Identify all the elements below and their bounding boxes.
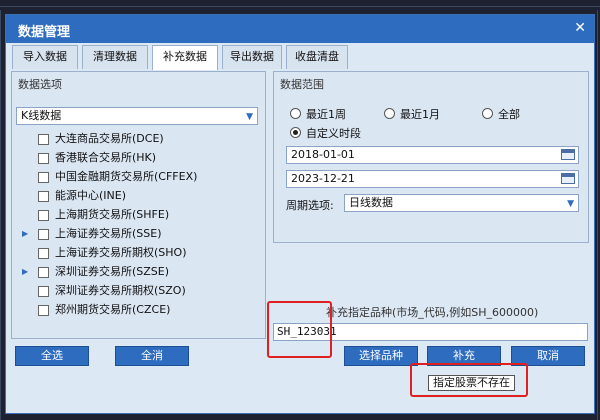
radio-all[interactable] xyxy=(482,108,493,119)
period-label: 周期选项: xyxy=(286,199,334,212)
clear-all-button[interactable]: 全消 xyxy=(115,346,189,366)
checkbox[interactable] xyxy=(38,134,49,145)
checkbox[interactable] xyxy=(38,286,49,297)
calendar-icon[interactable] xyxy=(561,149,575,160)
tab-supplement[interactable]: 补充数据 xyxy=(152,45,218,70)
checkbox[interactable] xyxy=(38,267,49,278)
data-range-title: 数据范围 xyxy=(280,78,324,91)
tab-export[interactable]: 导出数据 xyxy=(222,45,282,69)
checkbox[interactable] xyxy=(38,153,49,164)
exchange-item[interactable]: 上海期货交易所(SHFE) xyxy=(14,206,264,224)
exchange-item[interactable]: 郑州期货交易所(CZCE) xyxy=(14,301,264,319)
checkbox[interactable] xyxy=(38,191,49,202)
radio-label: 自定义时段 xyxy=(306,127,361,140)
data-type-select[interactable]: K线数据 ▼ xyxy=(16,107,258,125)
exchange-label: 上海证券交易所(SSE) xyxy=(55,227,162,240)
data-options-panel: 数据选项 K线数据 ▼ 大连商品交易所(DCE) 香港联合交易所(HK) 中国金… xyxy=(11,71,266,339)
tab-import[interactable]: 导入数据 xyxy=(12,45,78,69)
data-management-dialog: 数据管理 ✕ 导入数据 清理数据 补充数据 导出数据 收盘清盘 数据选项 K线数… xyxy=(5,14,595,414)
exchange-label: 香港联合交易所(HK) xyxy=(55,151,157,164)
radio-last-month[interactable] xyxy=(384,108,395,119)
calendar-icon[interactable] xyxy=(561,173,575,184)
exchange-item[interactable]: 香港联合交易所(HK) xyxy=(14,149,264,167)
radio-last-week[interactable] xyxy=(290,108,301,119)
exchange-label: 深圳证券交易所(SZSE) xyxy=(55,265,170,278)
period-select[interactable]: 日线数据 ▼ xyxy=(344,194,579,212)
checkbox[interactable] xyxy=(38,305,49,316)
checkbox[interactable] xyxy=(38,172,49,183)
period-value: 日线数据 xyxy=(349,196,393,209)
supplement-hint: 补充指定品种(市场_代码,例如SH_600000) xyxy=(326,306,539,319)
end-date-value: 2023-12-21 xyxy=(291,172,355,185)
exchange-list: 大连商品交易所(DCE) 香港联合交易所(HK) 中国金融期货交易所(CFFEX… xyxy=(14,130,264,330)
exchange-label: 能源中心(INE) xyxy=(55,189,127,202)
highlight-box xyxy=(410,363,528,397)
data-range-panel: 数据范围 最近1周 最近1月 全部 自定义时段 2018-01-01 2023-… xyxy=(273,71,589,243)
exchange-label: 大连商品交易所(DCE) xyxy=(55,132,164,145)
dialog-title: 数据管理 xyxy=(18,25,71,40)
tab-clean[interactable]: 清理数据 xyxy=(82,45,148,69)
exchange-item[interactable]: 大连商品交易所(DCE) xyxy=(14,130,264,148)
exchange-item[interactable]: ▶ 深圳证券交易所(SZSE) xyxy=(14,263,264,281)
data-options-title: 数据选项 xyxy=(18,78,62,91)
title-bar: 数据管理 ✕ xyxy=(6,15,594,43)
exchange-item[interactable]: 中国金融期货交易所(CFFEX) xyxy=(14,168,264,186)
chevron-down-icon: ▼ xyxy=(567,199,574,209)
bg-line xyxy=(0,6,600,7)
exchange-label: 中国金融期货交易所(CFFEX) xyxy=(55,170,198,183)
radio-label: 最近1周 xyxy=(306,108,346,121)
select-all-button[interactable]: 全选 xyxy=(15,346,89,366)
exchange-item[interactable]: 上海证券交易所期权(SHO) xyxy=(14,244,264,262)
checkbox[interactable] xyxy=(38,248,49,259)
bg-line xyxy=(597,10,598,420)
radio-custom-period[interactable] xyxy=(290,127,301,138)
exchange-item[interactable]: 能源中心(INE) xyxy=(14,187,264,205)
start-date-field[interactable]: 2018-01-01 xyxy=(286,146,579,164)
bg-line xyxy=(0,10,1,420)
select-symbol-button[interactable]: 选择品种 xyxy=(344,346,418,366)
exchange-label: 郑州期货交易所(CZCE) xyxy=(55,303,171,316)
checkbox[interactable] xyxy=(38,210,49,221)
checkbox[interactable] xyxy=(38,229,49,240)
close-icon[interactable]: ✕ xyxy=(574,20,586,36)
tab-close-market[interactable]: 收盘清盘 xyxy=(286,45,348,69)
end-date-field[interactable]: 2023-12-21 xyxy=(286,170,579,188)
data-type-value: K线数据 xyxy=(21,109,62,122)
exchange-label: 上海期货交易所(SHFE) xyxy=(55,208,170,221)
exchange-label: 深圳证券交易所期权(SZO) xyxy=(55,284,186,297)
exchange-label: 上海证券交易所期权(SHO) xyxy=(55,246,187,259)
radio-label: 全部 xyxy=(498,108,520,121)
highlight-box xyxy=(267,301,332,358)
chevron-down-icon: ▼ xyxy=(246,112,253,122)
start-date-value: 2018-01-01 xyxy=(291,148,355,161)
expand-arrow-icon[interactable]: ▶ xyxy=(22,225,28,243)
radio-label: 最近1月 xyxy=(400,108,440,121)
exchange-item[interactable]: ▶ 上海证券交易所(SSE) xyxy=(14,225,264,243)
expand-arrow-icon[interactable]: ▶ xyxy=(22,263,28,281)
exchange-item[interactable]: 深圳证券交易所期权(SZO) xyxy=(14,282,264,300)
